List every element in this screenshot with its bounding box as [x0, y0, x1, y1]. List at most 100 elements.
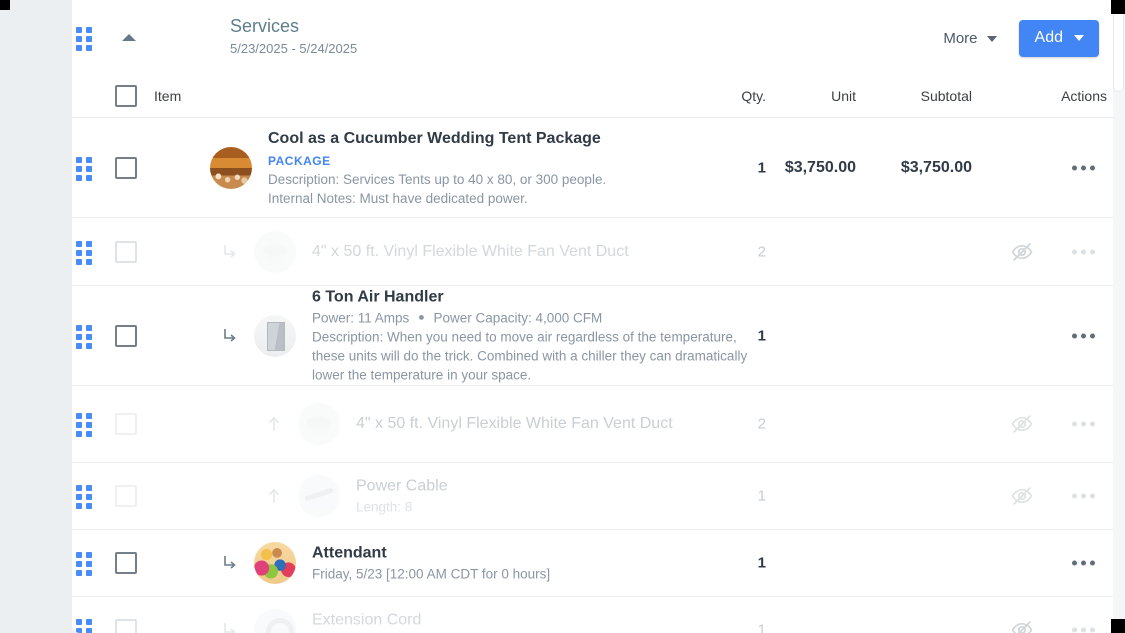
avatar: [254, 314, 296, 357]
column-header-actions: Actions: [1061, 88, 1107, 104]
item-schedule: Friday, 5/23 [12:00 AM CDT for 0 hours]: [312, 566, 551, 582]
row-checkbox[interactable]: [115, 240, 137, 263]
row-subtotal: $3,750.00: [900, 158, 972, 176]
subitem-arrow-icon: [220, 553, 240, 573]
drag-handle-icon[interactable]: [76, 485, 94, 509]
section-titles: Services 5/23/2025 - 5/24/2025: [230, 14, 357, 59]
row-qty[interactable]: 1: [706, 159, 766, 176]
avatar: [254, 542, 296, 584]
row-checkbox[interactable]: [115, 552, 137, 574]
bullet-icon: ●: [418, 311, 425, 324]
avatar: [254, 609, 296, 633]
row-unit-price[interactable]: $3,750.00: [762, 159, 856, 177]
more-horizontal-icon[interactable]: [1072, 421, 1095, 427]
table-row[interactable]: 4" x 50 ft. Vinyl Flexible White Fan Ven…: [72, 386, 1115, 463]
row-qty[interactable]: 1: [706, 488, 766, 505]
more-horizontal-icon[interactable]: [1072, 627, 1095, 633]
row-qty[interactable]: 1: [706, 555, 766, 572]
more-button[interactable]: More: [937, 24, 1002, 53]
row-qty[interactable]: 1: [706, 327, 766, 344]
row-checkbox[interactable]: [115, 324, 137, 347]
status-badge: PACKAGE: [268, 153, 331, 168]
services-section-card: Services 5/23/2025 - 5/24/2025 More Add …: [72, 0, 1115, 633]
row-qty[interactable]: 2: [706, 243, 766, 260]
eye-off-icon[interactable]: [1010, 240, 1034, 264]
scrollbar-thumb[interactable]: [1113, 2, 1124, 92]
drag-handle-icon[interactable]: [76, 324, 94, 349]
section-header: Services 5/23/2025 - 5/24/2025 More Add: [72, 0, 1115, 75]
avatar: [254, 230, 296, 273]
corner-marker: [0, 0, 10, 10]
column-header-qty: Qty.: [741, 88, 766, 104]
select-all-checkbox[interactable]: [115, 85, 137, 107]
row-checkbox[interactable]: [115, 413, 137, 435]
corner-marker: [1111, 0, 1125, 14]
item-name: 4" x 50 ft. Vinyl Flexible White Fan Ven…: [312, 242, 629, 260]
row-checkbox[interactable]: [115, 156, 137, 179]
item-spec-power: Power: 11 Amps: [312, 310, 410, 326]
chevron-down-icon: [1074, 35, 1084, 41]
row-checkbox[interactable]: [115, 619, 137, 633]
screen: Services 5/23/2025 - 5/24/2025 More Add …: [0, 0, 1125, 633]
row-qty[interactable]: 1: [706, 622, 766, 633]
more-horizontal-icon[interactable]: [1072, 249, 1095, 254]
table-row[interactable]: 4" x 50 ft. Vinyl Flexible White Fan Ven…: [72, 218, 1115, 286]
table-row[interactable]: 6 Ton Air Handler Power: 11 Amps ● Power…: [72, 286, 1115, 386]
drag-handle-icon[interactable]: [76, 619, 94, 633]
more-button-label: More: [943, 30, 978, 47]
more-horizontal-icon[interactable]: [1072, 560, 1095, 566]
add-button-label: Add: [1034, 29, 1063, 46]
corner-marker: [1111, 619, 1125, 633]
item-name: Extension Cord: [312, 611, 422, 629]
eye-off-icon[interactable]: [1010, 484, 1034, 508]
row-text: Attendant Friday, 5/23 [12:00 AM CDT for…: [312, 543, 550, 584]
drag-handle-icon[interactable]: [76, 413, 94, 437]
table-column-header: Item Qty. Unit Subtotal Actions: [72, 75, 1115, 118]
eye-off-icon[interactable]: [1010, 618, 1034, 633]
table-row[interactable]: Cool as a Cucumber Wedding Tent Package …: [72, 118, 1115, 218]
drag-handle-icon[interactable]: [76, 552, 94, 576]
more-horizontal-icon[interactable]: [1072, 165, 1095, 170]
item-internal-notes: Internal Notes: Must have dedicated powe…: [268, 190, 528, 206]
item-name: 6 Ton Air Handler: [312, 288, 444, 306]
drag-handle-icon[interactable]: [76, 156, 94, 181]
table-row[interactable]: Extension Cord Internal Notes: 2- amp ci…: [72, 597, 1115, 633]
row-text: 4" x 50 ft. Vinyl Flexible White Fan Ven…: [312, 241, 629, 263]
row-checkbox[interactable]: [115, 485, 137, 507]
drag-handle-icon[interactable]: [76, 26, 94, 51]
scrollbar[interactable]: [1113, 0, 1125, 633]
row-text: Power Cable Length: 8: [356, 476, 448, 517]
row-text: 6 Ton Air Handler Power: 11 Amps ● Power…: [312, 286, 764, 385]
row-text: 4" x 50 ft. Vinyl Flexible White Fan Ven…: [356, 413, 673, 435]
subitem-arrow-icon: [220, 326, 240, 346]
avatar: [210, 146, 252, 189]
row-text: Cool as a Cucumber Wedding Tent Package …: [268, 128, 606, 208]
more-horizontal-icon[interactable]: [1072, 493, 1095, 499]
subitem-arrow-icon: [220, 620, 240, 633]
item-specs: Power: 11 Amps ● Power Capacity: 4,000 C…: [312, 308, 764, 328]
add-button[interactable]: Add: [1018, 20, 1099, 57]
drag-handle-icon[interactable]: [76, 240, 94, 265]
item-name: Power Cable: [356, 477, 448, 495]
item-name: Cool as a Cucumber Wedding Tent Package: [268, 129, 601, 147]
item-name: Attendant: [312, 544, 387, 562]
row-text: Extension Cord Internal Notes: 2- amp ci…: [312, 610, 524, 633]
eye-off-icon[interactable]: [1010, 412, 1034, 436]
item-description: Description: Services Tents up to 40 x 8…: [268, 171, 607, 187]
item-description: Description: When you need to move air r…: [312, 329, 748, 383]
arrow-up-icon: [264, 486, 284, 506]
page-title: Services: [230, 16, 300, 36]
arrow-up-icon: [264, 414, 284, 434]
triangle-up-icon[interactable]: [118, 26, 140, 48]
item-meta: Length: 8: [356, 499, 413, 515]
more-horizontal-icon[interactable]: [1072, 333, 1095, 338]
column-header-subtotal: Subtotal: [920, 88, 972, 104]
item-spec-capacity: Power Capacity: 4,000 CFM: [433, 310, 603, 326]
row-qty[interactable]: 2: [706, 416, 766, 433]
table-row[interactable]: Power Cable Length: 8 1: [72, 463, 1115, 530]
column-header-unit: Unit: [831, 88, 856, 104]
chevron-down-icon: [986, 35, 997, 42]
table-row[interactable]: Attendant Friday, 5/23 [12:00 AM CDT for…: [72, 530, 1115, 597]
subitem-arrow-icon: [220, 242, 240, 262]
section-date-range: 5/23/2025 - 5/24/2025: [230, 41, 358, 56]
